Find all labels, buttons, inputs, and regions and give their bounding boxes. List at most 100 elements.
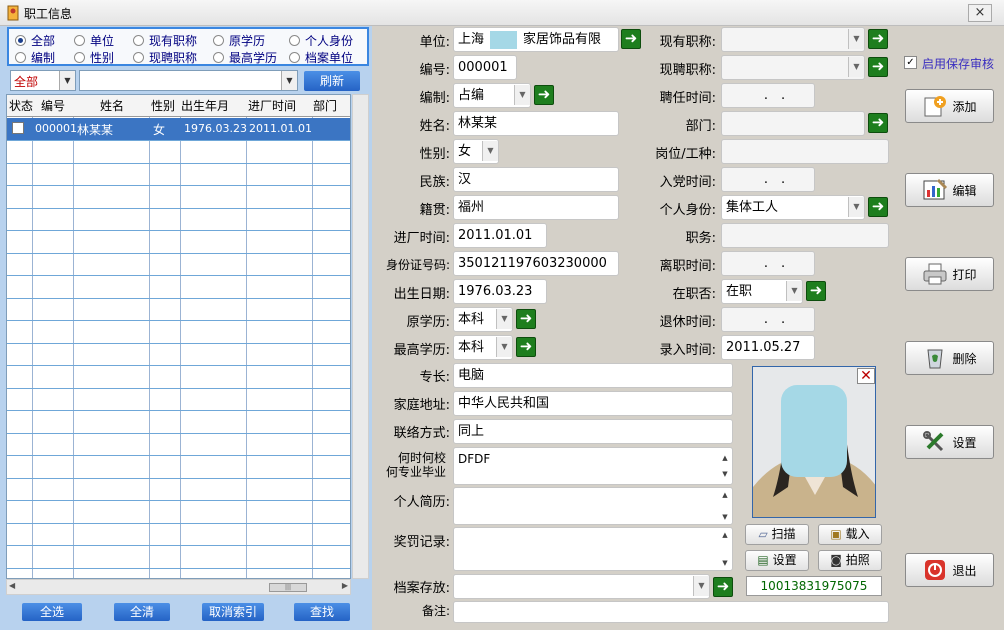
audit-checkbox[interactable]: ✓ <box>904 56 917 69</box>
chevron-down-icon[interactable]: ▼ <box>496 337 512 357</box>
col-id[interactable]: 编号 <box>41 97 65 114</box>
chevron-down-icon[interactable]: ▼ <box>848 197 864 217</box>
scan-button[interactable]: ▱ 扫描 <box>745 524 809 545</box>
scroll-left-icon[interactable]: ◀ <box>9 581 15 590</box>
staffing-select[interactable]: 占编 ▼ <box>453 83 531 108</box>
hired-title-select[interactable]: ▼ <box>721 55 865 80</box>
add-button[interactable]: 添加 <box>905 89 994 123</box>
edit-button[interactable]: 编辑 <box>905 173 994 207</box>
scroll-up-icon[interactable]: ▲ <box>719 450 731 466</box>
scroll-down-icon[interactable]: ▼ <box>719 558 731 568</box>
grid-vertical-scrollbar[interactable] <box>352 94 369 579</box>
gender-select[interactable]: 女 ▼ <box>453 139 499 164</box>
chevron-down-icon[interactable]: ▼ <box>281 71 297 90</box>
staffing-go-icon[interactable]: ➜ <box>534 85 554 105</box>
identity-go-icon[interactable]: ➜ <box>868 197 888 217</box>
col-name[interactable]: 姓名 <box>100 97 124 114</box>
hired-title-go-icon[interactable]: ➜ <box>868 57 888 77</box>
on-job-select[interactable]: 在职 ▼ <box>721 279 803 304</box>
radio-hired-title[interactable]: 现聘职称 <box>133 49 197 66</box>
scroll-up-icon[interactable]: ▲ <box>719 490 731 500</box>
remove-photo-icon[interactable]: ✕ <box>857 368 875 384</box>
photo-settings-button[interactable]: ▤ 设置 <box>745 550 809 571</box>
id-field[interactable]: 000001 <box>453 55 517 80</box>
radio-unit[interactable]: 单位 <box>74 32 114 49</box>
cancel-index-button[interactable]: 取消索引 <box>202 603 264 621</box>
settings-button[interactable]: 设置 <box>905 425 994 459</box>
chevron-down-icon[interactable]: ▼ <box>693 576 709 596</box>
rewards-textarea[interactable]: ▲ ▼ <box>453 527 733 571</box>
col-join[interactable]: 进厂时间 <box>248 97 296 114</box>
graduation-textarea[interactable]: DFDF ▲ ▼ <box>453 447 733 485</box>
grid-horizontal-scrollbar[interactable]: ◀ ||| ▶ <box>6 579 351 595</box>
shoot-button[interactable]: ◙ 拍照 <box>818 550 882 571</box>
join-date-field[interactable]: 2011.01.01 <box>453 223 547 248</box>
specialty-field[interactable]: 电脑 <box>453 363 733 388</box>
identity-select[interactable]: 集体工人 ▼ <box>721 195 865 220</box>
select-all-button[interactable]: 全选 <box>22 603 82 621</box>
address-field[interactable]: 中华人民共和国 <box>453 391 733 416</box>
scroll-right-icon[interactable]: ▶ <box>342 581 348 590</box>
scroll-down-icon[interactable]: ▼ <box>719 512 731 522</box>
ethnic-field[interactable]: 汉 <box>453 167 619 192</box>
chevron-down-icon[interactable]: ▼ <box>514 85 530 105</box>
delete-button[interactable]: 删除 <box>905 341 994 375</box>
resume-textarea[interactable]: ▲ ▼ <box>453 487 733 525</box>
chevron-down-icon[interactable]: ▼ <box>848 29 864 49</box>
original-education-select[interactable]: 本科 ▼ <box>453 307 513 332</box>
radio-archive-unit[interactable]: 档案单位 <box>289 49 353 66</box>
radio-highest-education[interactable]: 最高学历 <box>213 49 277 66</box>
archive-go-icon[interactable]: ➜ <box>713 577 733 597</box>
entry-time-field[interactable]: 2011.05.27 <box>721 335 815 360</box>
radio-staffing[interactable]: 编制 <box>15 49 55 66</box>
radio-all[interactable]: 全部 <box>15 32 55 49</box>
col-dept[interactable]: 部门 <box>313 97 337 114</box>
retire-time-field[interactable]: . . <box>721 307 815 332</box>
birth-date-field[interactable]: 1976.03.23 <box>453 279 547 304</box>
radio-gender[interactable]: 性别 <box>74 49 114 66</box>
leave-time-field[interactable]: . . <box>721 251 815 276</box>
duty-field[interactable] <box>721 223 889 248</box>
chevron-down-icon[interactable]: ▼ <box>786 281 802 301</box>
print-button[interactable]: 打印 <box>905 257 994 291</box>
archive-select[interactable]: ▼ <box>453 574 710 599</box>
remark-field[interactable] <box>453 601 889 623</box>
original-education-go-icon[interactable]: ➜ <box>516 309 536 329</box>
name-field[interactable]: 林某某 <box>453 111 619 136</box>
col-gender[interactable]: 性别 <box>151 97 175 114</box>
hire-time-field[interactable]: . . <box>721 83 815 108</box>
exit-button[interactable]: 退出 <box>905 553 994 587</box>
contact-field[interactable]: 同上 <box>453 419 733 444</box>
post-field[interactable] <box>721 139 889 164</box>
current-title-go-icon[interactable]: ➜ <box>868 29 888 49</box>
scroll-down-icon[interactable]: ▼ <box>719 466 731 482</box>
department-go-icon[interactable]: ➜ <box>868 113 888 133</box>
party-join-field[interactable]: . . <box>721 167 815 192</box>
radio-personal-identity[interactable]: 个人身份 <box>289 32 353 49</box>
filter-value-select[interactable]: ▼ <box>79 70 298 91</box>
col-status[interactable]: 状态 <box>9 97 33 114</box>
row-checkbox[interactable] <box>12 122 24 134</box>
chevron-down-icon[interactable]: ▼ <box>59 71 75 90</box>
chevron-down-icon[interactable]: ▼ <box>848 57 864 77</box>
table-row[interactable]: 000001 林某某 女 1976.03.23 2011.01.01 <box>7 118 350 140</box>
filter-category-select[interactable]: 全部 ▼ <box>10 70 76 91</box>
chevron-down-icon[interactable]: ▼ <box>496 309 512 329</box>
highest-education-select[interactable]: 本科 ▼ <box>453 335 513 360</box>
scroll-thumb[interactable]: ||| <box>269 583 307 592</box>
close-button[interactable]: × <box>968 4 992 22</box>
load-button[interactable]: ▣ 载入 <box>818 524 882 545</box>
find-button[interactable]: 查找 <box>294 603 350 621</box>
radio-current-title[interactable]: 现有职称 <box>133 32 197 49</box>
id-card-field[interactable]: 350121197603230000 <box>453 251 619 276</box>
department-field[interactable] <box>721 111 865 136</box>
chevron-down-icon[interactable]: ▼ <box>482 141 498 161</box>
current-title-select[interactable]: ▼ <box>721 27 865 52</box>
highest-education-go-icon[interactable]: ➜ <box>516 337 536 357</box>
scroll-up-icon[interactable]: ▲ <box>719 530 731 540</box>
refresh-button[interactable]: 刷新 <box>304 71 360 91</box>
native-place-field[interactable]: 福州 <box>453 195 619 220</box>
col-birth[interactable]: 出生年月 <box>181 97 229 114</box>
on-job-go-icon[interactable]: ➜ <box>806 281 826 301</box>
unit-select[interactable]: 上海 家居饰品有限 <box>453 27 619 52</box>
